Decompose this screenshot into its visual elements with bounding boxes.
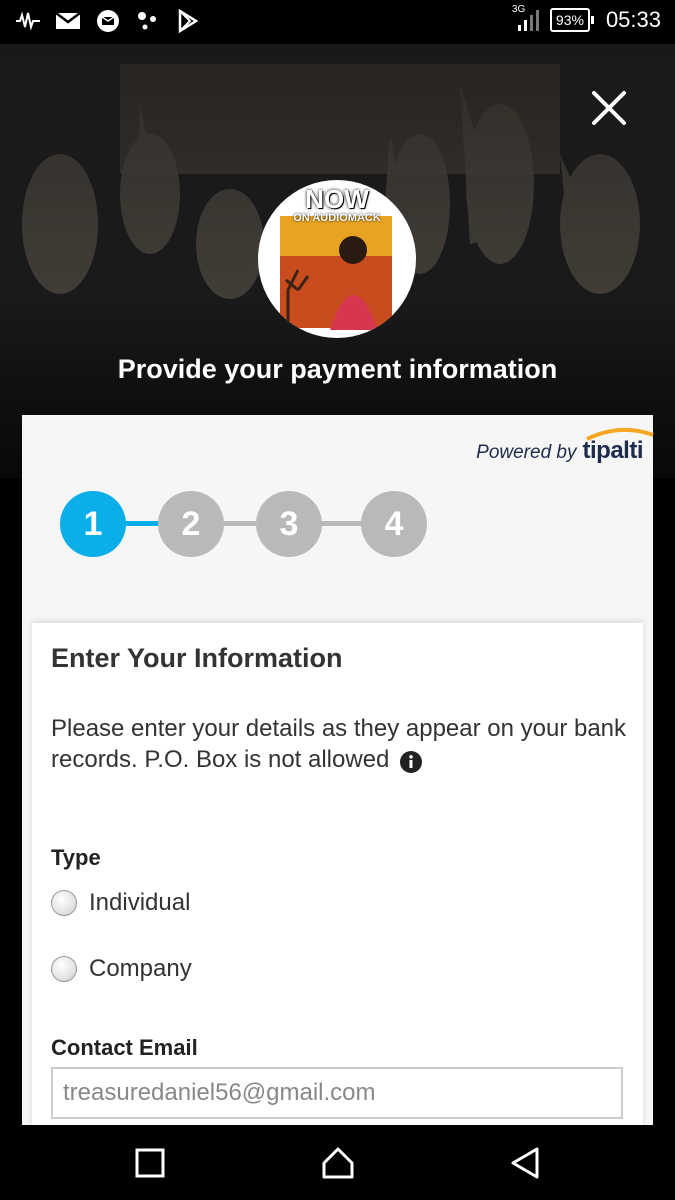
email-label: Contact Email bbox=[51, 1035, 198, 1060]
radio-individual[interactable]: Individual bbox=[51, 889, 190, 917]
tipalti-logo: tipalti bbox=[582, 427, 654, 465]
square-icon bbox=[135, 1148, 165, 1178]
notification-icons bbox=[14, 8, 202, 34]
dots-icon bbox=[134, 8, 162, 34]
artwork-title: NOW bbox=[305, 184, 369, 214]
play-store-icon bbox=[174, 8, 202, 34]
navigation-bar bbox=[0, 1125, 675, 1200]
radio-button[interactable] bbox=[51, 956, 77, 982]
description-text: Please enter your details as they appear… bbox=[51, 715, 627, 773]
close-button[interactable] bbox=[583, 82, 635, 134]
radio-button[interactable] bbox=[51, 890, 77, 916]
status-bar: 3G 93% 05:33 bbox=[0, 0, 675, 44]
radio-label: Company bbox=[89, 955, 192, 982]
close-icon bbox=[592, 91, 626, 125]
email-field[interactable] bbox=[51, 1067, 623, 1119]
artwork-subtitle: ON AUDIOMACK bbox=[293, 212, 381, 224]
information-form: Enter Your Information Please enter your… bbox=[32, 623, 643, 1133]
recents-button[interactable] bbox=[130, 1143, 170, 1183]
step-indicator: 1 2 3 4 bbox=[60, 491, 460, 561]
step-1: 1 bbox=[60, 491, 126, 557]
clock: 05:33 bbox=[605, 7, 661, 32]
gmail-icon bbox=[54, 8, 82, 34]
powered-by-label: Powered by bbox=[476, 442, 577, 463]
hero-banner: NOW ON AUDIOMACK Provide your payment in… bbox=[0, 44, 675, 478]
step-3: 3 bbox=[256, 491, 322, 557]
radio-label: Individual bbox=[89, 889, 191, 916]
back-icon bbox=[511, 1147, 539, 1179]
brand-name: tipalti bbox=[582, 437, 644, 464]
step-2: 2 bbox=[158, 491, 224, 557]
home-icon bbox=[322, 1147, 354, 1179]
page-title: Provide your payment information bbox=[117, 354, 558, 384]
home-button[interactable] bbox=[318, 1143, 358, 1183]
battery-indicator: 93% bbox=[549, 8, 594, 32]
form-description: Please enter your details as they appear… bbox=[51, 713, 631, 775]
activity-icon bbox=[14, 8, 42, 34]
system-icons: 3G 93% 05:33 bbox=[512, 4, 661, 33]
back-button[interactable] bbox=[505, 1143, 545, 1183]
payment-panel: Powered by tipalti 1 2 3 4 Enter Your In… bbox=[22, 415, 654, 1133]
info-icon[interactable] bbox=[400, 750, 423, 773]
message-icon bbox=[94, 8, 122, 34]
form-title: Enter Your Information bbox=[51, 643, 343, 673]
album-artwork: NOW ON AUDIOMACK bbox=[258, 180, 416, 338]
radio-company[interactable]: Company bbox=[51, 955, 192, 983]
step-4: 4 bbox=[361, 491, 427, 557]
signal-icon: 3G bbox=[512, 4, 540, 33]
powered-by: Powered by tipalti bbox=[476, 427, 654, 465]
type-label: Type bbox=[51, 845, 101, 870]
